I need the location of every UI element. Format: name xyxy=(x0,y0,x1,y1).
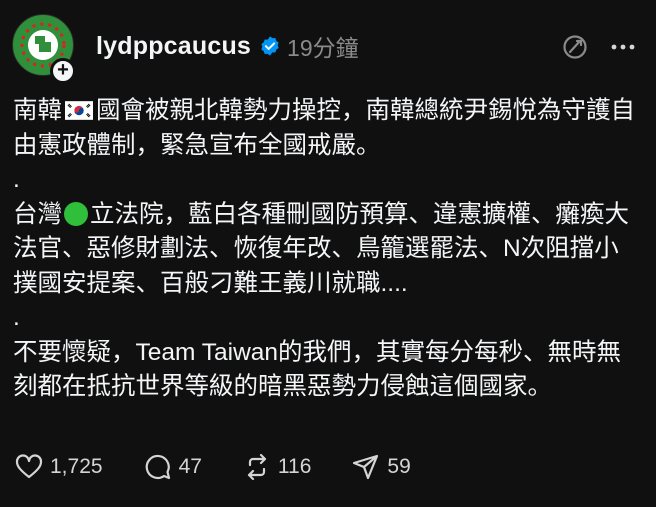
post-actions: 1,725 47 116 59 xyxy=(14,452,451,482)
post-time: 19分鐘 xyxy=(287,35,359,61)
green-circle-emoji xyxy=(64,201,88,226)
repost-count: 116 xyxy=(277,455,312,478)
comment-count: 47 xyxy=(178,455,202,478)
header-actions xyxy=(560,32,638,62)
post-body: 南韓 國會被親北韓勢力操控，南韓總統尹錫悅為守護自由憲政體制，緊急宣布全國戒嚴。… xyxy=(13,94,643,405)
like-count: 1,725 xyxy=(50,455,103,478)
paragraph-2: 台灣 立法院，藍白各種刪國防預算、違憲擴權、癱瘓大法官、惡修財劃法、恢復年改、鳥籠… xyxy=(13,198,643,302)
verified-badge-icon xyxy=(261,36,279,56)
separator-1: . xyxy=(13,166,20,193)
more-icon[interactable] xyxy=(608,32,638,62)
paragraph-1-rest: 國會被親北韓勢力操控，南韓總統尹錫悅為守護自由憲政體制，緊急宣布全國戒嚴。 xyxy=(13,97,635,159)
paragraph-3: 不要懷疑，Team Taiwan的我們，其實每分每秒、無時無刻都在抵抗世界等級的… xyxy=(13,338,622,401)
share-icon xyxy=(353,454,379,480)
paragraph-2-rest: 立法院，藍白各種刪國防預算、違憲擴權、癱瘓大法官、惡修財劃法、恢復年改、鳥籠選罷… xyxy=(13,200,629,297)
username[interactable]: lydppcaucus xyxy=(96,32,251,61)
paragraph-1: 南韓 國會被親北韓勢力操控，南韓總統尹錫悅為守護自由憲政體制，緊急宣布全國戒嚴。 xyxy=(13,94,643,163)
repost-button[interactable]: 116 xyxy=(242,452,311,482)
repost-icon xyxy=(247,453,267,481)
paragraph-1-start: 南韓 xyxy=(13,97,62,124)
share-button[interactable]: 59 xyxy=(351,452,411,482)
south-korea-flag-emoji xyxy=(65,101,93,120)
share-count: 59 xyxy=(387,455,411,478)
comment-icon xyxy=(145,454,170,480)
follow-plus-icon[interactable]: + xyxy=(50,58,76,84)
separator-2: . xyxy=(13,304,20,331)
comment-button[interactable]: 47 xyxy=(143,452,202,482)
paragraph-2-start: 台灣 xyxy=(13,200,62,228)
avatar[interactable]: + xyxy=(12,14,76,84)
post-header: lydppcaucus 19分鐘 xyxy=(96,28,359,64)
like-button[interactable]: 1,725 xyxy=(14,452,103,482)
translate-icon[interactable] xyxy=(560,32,590,62)
heart-icon xyxy=(15,454,43,479)
